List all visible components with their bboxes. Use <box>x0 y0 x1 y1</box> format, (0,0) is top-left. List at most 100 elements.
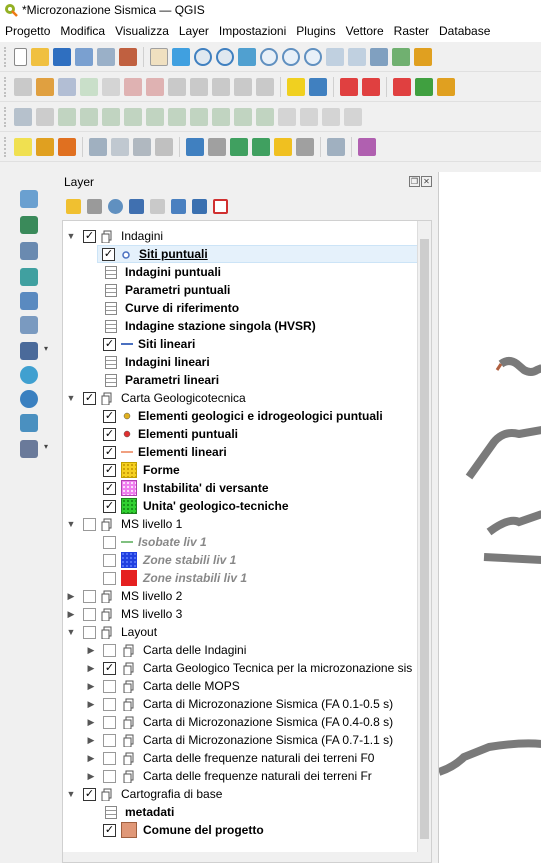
add-raster-layer-icon[interactable] <box>20 216 38 234</box>
layer-group-layout[interactable]: ▼ Layout <box>63 623 423 641</box>
select-by-value-icon[interactable] <box>36 137 54 156</box>
layer-group-carta-geologicotecnica[interactable]: ▼ ✓ Carta Geologicotecnica <box>63 389 423 407</box>
expand-all-icon[interactable] <box>171 198 186 214</box>
layer-checkbox[interactable] <box>103 715 116 729</box>
open-project-icon[interactable] <box>31 47 49 66</box>
undo-icon[interactable] <box>234 77 252 96</box>
merge-attributes-icon[interactable] <box>256 107 274 126</box>
collapse-arrow-icon[interactable]: ▶ <box>86 717 96 728</box>
add-ring-icon[interactable] <box>36 107 54 126</box>
layer-checkbox[interactable]: ✓ <box>103 661 116 675</box>
layer-group-carta-ms-3[interactable]: ▶ Carta di Microzonazione Sismica (FA 0.… <box>63 731 423 749</box>
new-map-view-icon[interactable] <box>370 47 388 66</box>
menu-impostazioni[interactable]: Impostazioni <box>214 24 291 38</box>
collapse-arrow-icon[interactable]: ▶ <box>86 681 96 692</box>
merge-features-icon[interactable] <box>234 107 252 126</box>
expand-arrow-icon[interactable]: ▼ <box>66 231 76 241</box>
run-feature-action-icon[interactable] <box>208 137 226 156</box>
modify-attributes-icon[interactable] <box>124 77 142 96</box>
add-spatialite-icon[interactable] <box>20 316 38 334</box>
layer-checkbox[interactable]: ✓ <box>83 787 96 801</box>
layer-parametri-lineari[interactable]: Parametri lineari <box>63 371 423 389</box>
add-vector-layer-icon[interactable] <box>20 190 38 208</box>
expand-arrow-icon[interactable]: ▼ <box>66 393 76 403</box>
toolbox-icon[interactable] <box>155 137 173 156</box>
reshape-features-icon[interactable] <box>146 107 164 126</box>
add-group-icon[interactable] <box>87 198 102 214</box>
layer-checkbox[interactable]: ✓ <box>103 337 116 351</box>
layer-checkbox[interactable] <box>103 769 116 783</box>
layer-group-carta-ms-1[interactable]: ▶ Carta di Microzonazione Sismica (FA 0.… <box>63 695 423 713</box>
layer-group-cartografia-di-base[interactable]: ▼ ✓ Cartografia di base <box>63 785 423 803</box>
float-panel-icon[interactable]: ❐ <box>409 176 420 187</box>
new-layer-icon[interactable] <box>20 440 38 458</box>
collapse-arrow-icon[interactable]: ▶ <box>66 591 76 602</box>
manage-map-themes-icon[interactable] <box>108 198 123 214</box>
layer-group-carta-geologico-tecnica[interactable]: ▶ ✓ Carta Geologico Tecnica per la micro… <box>63 659 423 677</box>
layer-group-carta-f0[interactable]: ▶ Carta delle frequenze naturali dei ter… <box>63 749 423 767</box>
measure-area-icon[interactable] <box>252 137 270 156</box>
label-change-icon[interactable] <box>437 77 455 96</box>
layer-checkbox[interactable]: ✓ <box>103 463 116 477</box>
db-manager-icon[interactable] <box>358 137 376 156</box>
layer-instabilita-versante[interactable]: ✓ Instabilita' di versante <box>63 479 423 497</box>
add-wms-icon[interactable] <box>20 366 38 384</box>
expand-arrow-icon[interactable]: ▼ <box>66 519 76 529</box>
layer-checkbox[interactable]: ✓ <box>103 481 116 495</box>
toolbar-grip[interactable] <box>4 76 8 97</box>
layer-checkbox[interactable]: ✓ <box>83 391 96 405</box>
layer-checkbox[interactable]: ✓ <box>83 229 96 243</box>
toolbar-grip[interactable] <box>4 46 8 67</box>
add-delimited-text-icon[interactable] <box>20 268 38 286</box>
open-attribute-table-icon[interactable] <box>111 137 129 156</box>
offset-curve-icon[interactable] <box>168 107 186 126</box>
show-bookmarks-icon[interactable] <box>414 47 432 66</box>
layer-checkbox[interactable]: ✓ <box>103 823 116 837</box>
zoom-next-icon[interactable] <box>348 47 366 66</box>
layer-group-ms-livello-2[interactable]: ▶ MS livello 2 <box>63 587 423 605</box>
layer-checkbox[interactable] <box>83 517 96 531</box>
pan-map-icon[interactable] <box>150 47 168 66</box>
split-parts-icon[interactable] <box>212 107 230 126</box>
add-feature-icon[interactable] <box>80 77 98 96</box>
layer-checkbox[interactable] <box>103 733 116 747</box>
layer-checkbox[interactable] <box>103 679 116 693</box>
layer-group-ms-livello-3[interactable]: ▶ MS livello 3 <box>63 605 423 623</box>
reverse-line-icon[interactable] <box>322 107 340 126</box>
select-features-icon[interactable] <box>14 137 32 156</box>
toolbar-grip[interactable] <box>4 106 8 127</box>
menu-plugins[interactable]: Plugins <box>291 24 340 38</box>
layer-forme[interactable]: ✓ Forme <box>63 461 423 479</box>
layer-checkbox[interactable] <box>103 697 116 711</box>
collapse-arrow-icon[interactable]: ▶ <box>86 699 96 710</box>
zoom-out-icon[interactable] <box>216 47 234 66</box>
menu-vettore[interactable]: Vettore <box>341 24 389 38</box>
delete-selected-icon[interactable] <box>146 77 164 96</box>
deselect-features-icon[interactable] <box>58 137 76 156</box>
style-layer-icon[interactable] <box>66 198 81 214</box>
paste-features-icon[interactable] <box>212 77 230 96</box>
split-features-icon[interactable] <box>190 107 208 126</box>
layer-zone-stabili-liv-1[interactable]: Zone stabili liv 1 <box>63 551 423 569</box>
simplify-feature-icon[interactable] <box>300 107 318 126</box>
layer-elementi-lineari[interactable]: ✓ Elementi lineari <box>63 443 423 461</box>
layer-group-carta-ms-2[interactable]: ▶ Carta di Microzonazione Sismica (FA 0.… <box>63 713 423 731</box>
menu-layer[interactable]: Layer <box>174 24 214 38</box>
filter-legend-icon[interactable] <box>129 198 144 214</box>
map-canvas[interactable] <box>437 172 541 863</box>
rotate-symbols-icon[interactable] <box>278 107 296 126</box>
layer-labeling-icon[interactable] <box>309 77 327 96</box>
style-manager-icon[interactable] <box>119 47 137 66</box>
horizontal-scrollbar[interactable] <box>63 852 419 862</box>
add-wcs-icon[interactable] <box>20 414 38 432</box>
add-geopackage-icon[interactable] <box>20 292 38 310</box>
layer-checkbox[interactable] <box>83 589 96 603</box>
label-pin-icon[interactable] <box>340 77 358 96</box>
zoom-full-icon[interactable] <box>238 47 256 66</box>
layer-parametri-puntuali[interactable]: Parametri puntuali <box>63 281 423 299</box>
menu-modifica[interactable]: Modifica <box>55 24 110 38</box>
layer-group-carta-indagini[interactable]: ▶ Carta delle Indagini <box>63 641 423 659</box>
label-toolbar-icon[interactable] <box>287 77 305 96</box>
zoom-last-icon[interactable] <box>326 47 344 66</box>
advanced-digitizing-icon[interactable] <box>14 107 32 126</box>
